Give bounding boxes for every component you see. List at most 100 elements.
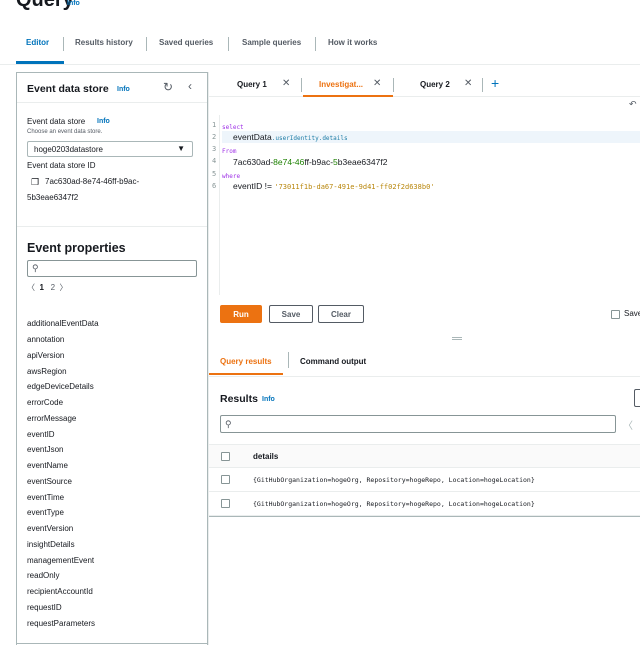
column-header-details[interactable]: details (253, 452, 278, 461)
line-number: 6 (212, 182, 217, 190)
select-all-checkbox[interactable] (221, 452, 230, 461)
panel-divider (17, 226, 207, 227)
table-row: {GitHubOrganization=hogeOrg, Repository=… (209, 492, 640, 516)
code-line: where (222, 171, 240, 181)
run-button[interactable]: Run (220, 305, 262, 323)
row-checkbox[interactable] (221, 499, 230, 508)
property-item[interactable]: recipientAccountId (27, 587, 93, 596)
event-data-store-panel: Event data store Info ↻ ‹ Event data sto… (16, 72, 208, 645)
chevron-right-icon[interactable]: 〉 (59, 283, 67, 292)
data-store-id-label: Event data store ID (27, 161, 96, 170)
code-identifier: eventID (233, 181, 263, 191)
code-text: b3eae6347f2 (337, 157, 388, 167)
add-tab-icon[interactable]: + (491, 75, 499, 91)
property-item[interactable]: insightDetails (27, 540, 75, 549)
top-tab-bar: Editor Results history Saved queries Sam… (16, 28, 640, 64)
query-tab-investigation[interactable]: Investigat... (319, 80, 363, 89)
undo-icon[interactable]: ↶ (629, 99, 637, 110)
chevron-left-icon[interactable]: 〈 (623, 417, 633, 432)
property-item[interactable]: edgeDeviceDetails (27, 382, 94, 391)
data-store-id-value: 7ac630ad-8e74-46ff-b9ac- (45, 177, 140, 186)
code-line: 7ac630ad-8e74-46ff-b9ac-5b3eae6347f2 (233, 157, 387, 168)
results-action-button[interactable] (634, 389, 640, 407)
tab-separator (482, 78, 483, 92)
property-item[interactable]: eventVersion (27, 524, 73, 533)
save-results-label: Save (624, 309, 640, 318)
property-item[interactable]: awsRegion (27, 367, 67, 376)
table-row: {GitHubOrganization=hogeOrg, Repository=… (209, 468, 640, 492)
code-line: eventID != '73011f1b-da67-491e-9d41-ff02… (233, 181, 435, 192)
tab-how-it-works[interactable]: How it works (328, 38, 377, 47)
query-tab-2[interactable]: Query 2 (420, 80, 450, 89)
code-line: select (222, 122, 244, 132)
page-2-button[interactable]: 2 (51, 283, 55, 292)
data-store-label: Event data store (27, 117, 86, 126)
sql-code-editor[interactable]: 1 2 3 4 5 6 select eventData.userIdentit… (209, 115, 640, 295)
property-item[interactable]: eventSource (27, 477, 72, 486)
property-item[interactable]: requestID (27, 603, 62, 612)
tab-editor[interactable]: Editor (26, 38, 49, 47)
property-item[interactable]: apiVersion (27, 351, 64, 360)
chevron-left-icon[interactable]: 〈 (27, 283, 35, 292)
property-item[interactable]: readOnly (27, 571, 59, 580)
data-store-select[interactable]: hoge0203datastore ▼ (27, 141, 193, 157)
property-item[interactable]: eventTime (27, 493, 64, 502)
copy-icon[interactable]: ❐ (31, 177, 39, 188)
clear-button[interactable]: Clear (318, 305, 364, 323)
property-item[interactable]: annotation (27, 335, 64, 344)
results-search-input[interactable]: ⚲ (220, 415, 616, 433)
property-item[interactable]: errorMessage (27, 414, 76, 423)
property-item[interactable]: errorCode (27, 398, 63, 407)
tab-separator (146, 37, 147, 51)
property-item[interactable]: eventType (27, 508, 64, 517)
save-results-checkbox[interactable] (611, 310, 620, 319)
property-item[interactable]: requestParameters (27, 619, 95, 628)
property-item[interactable]: additionalEventData (27, 319, 99, 328)
resize-handle[interactable] (452, 337, 462, 340)
row-checkbox[interactable] (221, 475, 230, 484)
line-number: 2 (212, 133, 217, 141)
tab-command-output[interactable]: Command output (300, 357, 366, 366)
property-item[interactable]: managementEvent (27, 556, 94, 565)
code-identifier: .userIdentity.details (271, 135, 348, 142)
code-identifier: eventData (233, 132, 272, 142)
data-store-select-value: hoge0203datastore (34, 145, 103, 154)
query-tab-1[interactable]: Query 1 (237, 80, 267, 89)
property-item[interactable]: eventID (27, 430, 55, 439)
tab-query-results[interactable]: Query results (220, 357, 272, 366)
table-cell: {GitHubOrganization=hogeOrg, Repository=… (253, 500, 535, 508)
data-store-info-link[interactable]: Info (97, 118, 110, 125)
results-bottom-border (209, 516, 640, 517)
line-number: 5 (212, 170, 217, 178)
close-icon[interactable]: ✕ (373, 78, 381, 89)
chevron-left-icon[interactable]: ‹ (188, 79, 192, 93)
sql-keyword: where (222, 173, 241, 180)
line-number: 1 (212, 121, 217, 129)
event-properties-search-input[interactable]: ⚲ (27, 260, 197, 277)
code-operator: != (262, 181, 275, 191)
active-tab-underline (209, 373, 283, 375)
close-icon[interactable]: ✕ (464, 78, 472, 89)
event-properties-pagination: 〈 1 2 〉 (27, 282, 67, 293)
tab-separator (393, 78, 394, 92)
tab-separator (301, 78, 302, 92)
tab-sample-queries[interactable]: Sample queries (242, 38, 301, 47)
refresh-icon[interactable]: ↻ (163, 80, 173, 94)
results-title: Results (220, 393, 258, 405)
property-item[interactable]: eventJson (27, 445, 63, 454)
line-number: 4 (212, 157, 217, 165)
caret-down-icon: ▼ (177, 144, 185, 153)
tab-saved-queries[interactable]: Saved queries (159, 38, 213, 47)
code-line: From (222, 146, 236, 156)
page-1-button[interactable]: 1 (39, 283, 43, 292)
panel-info-link[interactable]: Info (117, 86, 130, 93)
page-info-link[interactable]: Info (67, 0, 80, 7)
results-info-link[interactable]: Info (262, 396, 275, 403)
event-properties-title: Event properties (27, 241, 126, 255)
panel-header: Event data store Info ↻ ‹ (17, 73, 207, 103)
code-line: eventData.userIdentity.details (233, 132, 348, 143)
tab-results-history[interactable]: Results history (75, 38, 133, 47)
close-icon[interactable]: ✕ (282, 78, 290, 89)
save-button[interactable]: Save (269, 305, 313, 323)
property-item[interactable]: eventName (27, 461, 68, 470)
